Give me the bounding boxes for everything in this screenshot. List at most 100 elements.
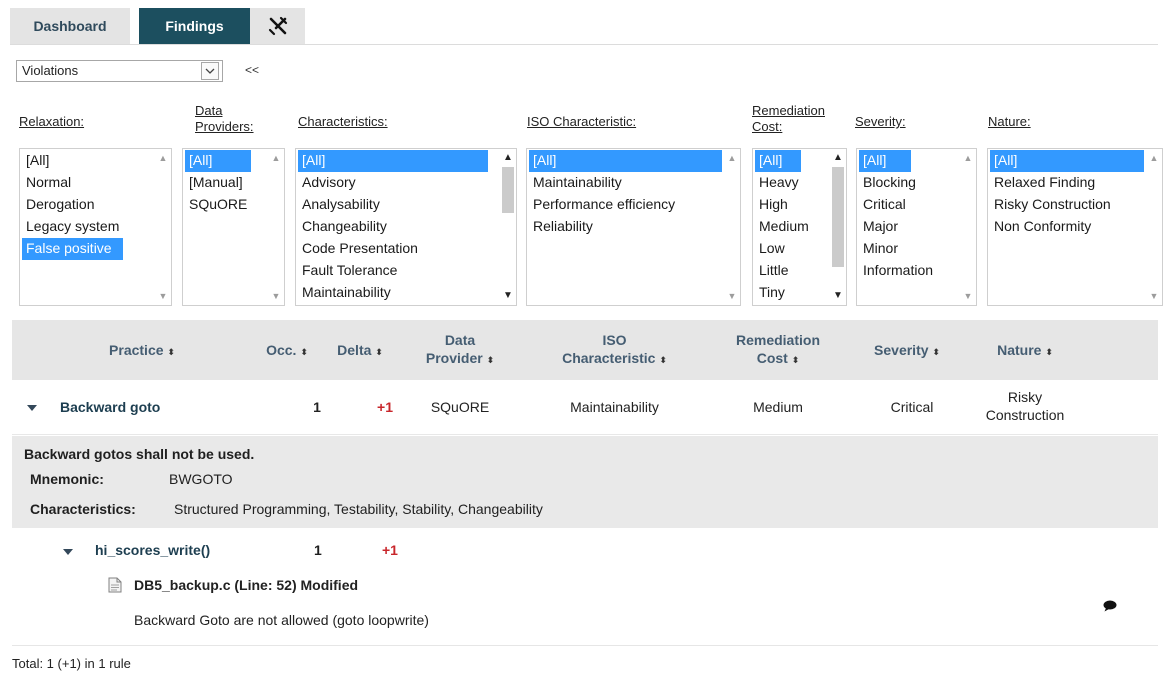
remediation-option[interactable]: High	[755, 194, 813, 216]
scroll-thumb[interactable]	[832, 167, 844, 267]
collapse-filters-link[interactable]: <<	[245, 63, 259, 77]
severity-option[interactable]: Major	[859, 216, 937, 238]
scroll-up-icon[interactable]: ▲	[960, 151, 976, 165]
remediation-cost-list[interactable]: [All] Heavy High Medium Low Little Tiny …	[752, 148, 847, 306]
scroll-down-icon[interactable]: ▼	[960, 289, 976, 303]
remediation-option[interactable]: Heavy	[755, 172, 813, 194]
caret-down-icon[interactable]	[26, 403, 38, 413]
characteristics-list[interactable]: [All] Advisory Analysability Changeabili…	[295, 148, 517, 306]
iso-characteristic-label[interactable]: ISO Characteristic:	[527, 114, 636, 130]
scroll-down-icon[interactable]: ▼	[830, 289, 846, 303]
scroll-up-icon[interactable]: ▲	[724, 151, 740, 165]
nature-option-selected[interactable]: [All]	[990, 150, 1144, 172]
remediation-option-selected[interactable]: [All]	[755, 150, 801, 172]
column-nature[interactable]: Nature ⬍	[980, 341, 1070, 361]
table-row[interactable]: Backward goto 1 +1 SQuORE Maintainabilit…	[12, 381, 1158, 435]
practice-name[interactable]: Backward goto	[60, 399, 160, 415]
sort-icon[interactable]: ⬍	[300, 347, 308, 357]
iso-characteristic-list[interactable]: [All] Maintainability Performance effici…	[526, 148, 741, 306]
scroll-up-icon[interactable]: ▲	[830, 151, 846, 165]
data-provider-option[interactable]: SQuORE	[185, 194, 251, 216]
view-select[interactable]: Violations	[16, 60, 223, 82]
severity-option[interactable]: Information	[859, 260, 937, 282]
relaxation-option[interactable]: Derogation	[22, 194, 123, 216]
caret-down-icon[interactable]	[62, 547, 74, 557]
column-occ[interactable]: Occ. ⬍	[252, 341, 322, 361]
remediation-option[interactable]: Low	[755, 238, 813, 260]
severity-label[interactable]: Severity:	[855, 114, 906, 130]
tab-tools[interactable]	[250, 8, 305, 44]
scroll-down-icon[interactable]: ▼	[155, 289, 171, 303]
severity-option[interactable]: Critical	[859, 194, 937, 216]
relaxation-label[interactable]: Relaxation:	[19, 114, 84, 130]
sort-icon[interactable]: ⬍	[932, 347, 940, 357]
view-select-button[interactable]	[201, 62, 219, 80]
characteristic-option[interactable]: Analysability	[298, 194, 488, 216]
relaxation-list[interactable]: [All] Normal Derogation Legacy system Fa…	[19, 148, 172, 306]
sort-icon[interactable]: ⬍	[1045, 347, 1053, 357]
scroll-down-icon[interactable]: ▼	[1146, 289, 1162, 303]
column-remediation-cost[interactable]: Remediation Cost ⬍	[718, 331, 838, 369]
remediation-option[interactable]: Tiny	[755, 282, 813, 304]
characteristics-label[interactable]: Characteristics:	[298, 114, 388, 130]
iso-option[interactable]: Reliability	[529, 216, 722, 238]
severity-option[interactable]: Minor	[859, 238, 937, 260]
iso-option[interactable]: Performance efficiency	[529, 194, 722, 216]
scroll-up-icon[interactable]: ▲	[155, 151, 171, 165]
remediation-option[interactable]: Medium	[755, 216, 813, 238]
tab-dashboard[interactable]: Dashboard	[10, 8, 130, 44]
data-providers-label[interactable]: Data Providers:	[195, 103, 254, 135]
sort-icon[interactable]: ⬍	[375, 347, 383, 357]
scroll-up-icon[interactable]: ▲	[268, 151, 284, 165]
tab-findings[interactable]: Findings	[139, 8, 250, 44]
nature-option[interactable]: Relaxed Finding	[990, 172, 1144, 194]
relaxation-scrollbar[interactable]: ▲ ▼	[155, 149, 171, 305]
remediation-option[interactable]: Little	[755, 260, 813, 282]
scroll-thumb[interactable]	[502, 167, 514, 213]
characteristic-option[interactable]: Fault Tolerance	[298, 260, 488, 282]
sort-icon[interactable]: ⬍	[487, 355, 495, 365]
scroll-up-icon[interactable]: ▲	[500, 151, 516, 165]
sort-icon[interactable]: ⬍	[792, 355, 800, 365]
nature-option[interactable]: Non Conformity	[990, 216, 1144, 238]
column-practice[interactable]: Practice ⬍	[72, 341, 212, 361]
characteristic-option[interactable]: Changeability	[298, 216, 488, 238]
severity-scrollbar[interactable]: ▲ ▼	[960, 149, 976, 305]
characteristic-option[interactable]: Code Presentation	[298, 238, 488, 260]
remediation-scrollbar[interactable]: ▲ ▼	[830, 149, 846, 305]
relaxation-option[interactable]: Normal	[22, 172, 123, 194]
severity-option[interactable]: Blocking	[859, 172, 937, 194]
relaxation-option[interactable]: [All]	[22, 150, 123, 172]
remediation-cost-label[interactable]: Remediation Cost:	[752, 103, 825, 135]
data-providers-list[interactable]: [All] [Manual] SQuORE ▲ ▼	[182, 148, 285, 306]
data-provider-option[interactable]: [Manual]	[185, 172, 251, 194]
nature-label[interactable]: Nature:	[988, 114, 1031, 130]
column-data-provider[interactable]: Data Provider ⬍	[410, 331, 510, 369]
file-location-link[interactable]: DB5_backup.c (Line: 52) Modified	[134, 577, 358, 593]
scroll-down-icon[interactable]: ▼	[724, 289, 740, 303]
characteristics-scrollbar[interactable]: ▲ ▼	[500, 149, 516, 305]
characteristic-option-selected[interactable]: [All]	[298, 150, 488, 172]
nature-scrollbar[interactable]: ▲ ▼	[1146, 149, 1162, 305]
iso-scrollbar[interactable]: ▲ ▼	[724, 149, 740, 305]
characteristic-option[interactable]: Maintainability	[298, 282, 488, 304]
severity-list[interactable]: [All] Blocking Critical Major Minor Info…	[856, 148, 977, 306]
data-providers-scrollbar[interactable]: ▲ ▼	[268, 149, 284, 305]
relaxation-option-selected[interactable]: False positive	[22, 238, 124, 260]
relaxation-option[interactable]: Legacy system	[22, 216, 123, 238]
iso-option-selected[interactable]: [All]	[529, 150, 722, 172]
severity-option-selected[interactable]: [All]	[859, 150, 911, 172]
scroll-down-icon[interactable]: ▼	[268, 289, 284, 303]
nature-option[interactable]: Risky Construction	[990, 194, 1144, 216]
iso-option[interactable]: Maintainability	[529, 172, 722, 194]
characteristic-option[interactable]: Advisory	[298, 172, 488, 194]
sort-icon[interactable]: ⬍	[659, 355, 667, 365]
nature-list[interactable]: [All] Relaxed Finding Risky Construction…	[987, 148, 1163, 306]
column-iso-characteristic[interactable]: ISO Characteristic ⬍	[532, 331, 697, 369]
scroll-down-icon[interactable]: ▼	[500, 289, 516, 303]
data-provider-option-selected[interactable]: [All]	[185, 150, 252, 172]
comment-icon[interactable]	[1103, 600, 1117, 612]
function-name[interactable]: hi_scores_write()	[95, 542, 210, 558]
column-delta[interactable]: Delta ⬍	[325, 341, 395, 361]
sort-icon[interactable]: ⬍	[167, 347, 175, 357]
